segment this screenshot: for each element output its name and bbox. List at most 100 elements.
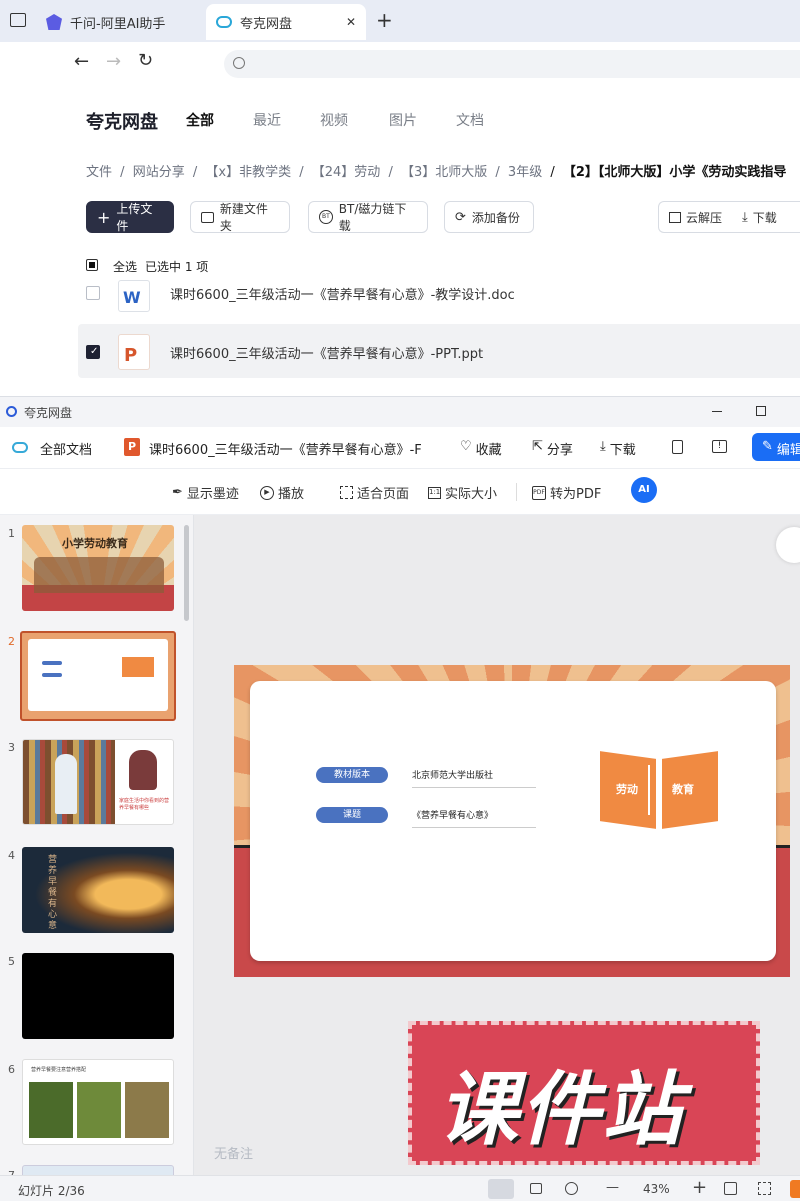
- slide-thumb-5[interactable]: [22, 953, 174, 1039]
- breadcrumb-item[interactable]: 【24】劳动: [312, 165, 381, 180]
- breadcrumb-sep: /: [495, 165, 500, 180]
- pdf-icon: PDF: [532, 485, 546, 500]
- slide-thumb-4[interactable]: 营养早餐有心意: [22, 847, 174, 933]
- file-checkbox[interactable]: [86, 286, 100, 300]
- slide-counter: 幻灯片 2/36: [18, 1184, 85, 1198]
- side-tool-icon[interactable]: [776, 527, 800, 563]
- actual-size-button[interactable]: 1:1 实际大小: [428, 483, 497, 502]
- nav-video[interactable]: 视频: [320, 110, 348, 130]
- download-icon: ⤓: [742, 209, 748, 225]
- slide-thumb-3[interactable]: 家庭生活中你看到的营养早餐有哪些: [22, 739, 174, 825]
- ai-assistant-button[interactable]: AI: [631, 477, 657, 503]
- download-button[interactable]: ⤓ 下载: [600, 439, 636, 458]
- word-file-icon: W: [118, 280, 150, 312]
- fullscreen-icon[interactable]: [758, 1182, 771, 1195]
- value-topic: 《营养早餐有心意》: [412, 808, 536, 828]
- file-row-selected[interactable]: ✓ P 课时6600_三年级活动一《营养早餐有心意》-PPT.ppt: [78, 324, 800, 378]
- viewer-header: 全部文档 P 课时6600_三年级活动一《营养早餐有心意》-F ♡ 收藏 ⇱ 分享 …: [0, 427, 800, 469]
- zoom-level: 43%: [643, 1182, 670, 1196]
- slide-thumb-1[interactable]: 小学劳动教育: [22, 525, 174, 611]
- add-backup-button[interactable]: ⟳ 添加备份: [444, 201, 534, 233]
- globe-icon[interactable]: [565, 1182, 578, 1195]
- drive-logo[interactable]: 夸克网盘: [86, 108, 158, 134]
- convert-pdf-button[interactable]: PDF 转为PDF: [532, 483, 601, 502]
- edit-button[interactable]: ✎ 编辑: [752, 433, 800, 461]
- cloud-icon: [12, 442, 28, 453]
- current-slide: 教材版本 北京师范大学出版社 课题 《营养早餐有心意》 劳动 教育: [234, 665, 790, 977]
- play-button[interactable]: ▶ 播放: [260, 483, 304, 502]
- browser-tabbar: 千问-阿里AI助手 夸克网盘 ✕ +: [0, 0, 800, 42]
- download-button[interactable]: ⤓ 下载: [742, 209, 777, 226]
- normal-view-icon[interactable]: [488, 1179, 514, 1199]
- favorite-button[interactable]: ♡ 收藏: [460, 439, 502, 458]
- share-button[interactable]: ⇱ 分享: [532, 439, 573, 458]
- unzip-button[interactable]: 云解压: [669, 209, 722, 226]
- zoom-in-icon[interactable]: +: [692, 1177, 707, 1198]
- breadcrumb-item[interactable]: 【3】北师大版: [401, 165, 487, 180]
- breadcrumb-sep: /: [120, 165, 125, 180]
- breadcrumb-item[interactable]: 3年级: [508, 165, 542, 180]
- tab-search-icon[interactable]: [10, 13, 26, 27]
- label-edition: 教材版本: [316, 767, 388, 783]
- address-bar[interactable]: [224, 50, 800, 78]
- viewer-titlebar: 夸克网盘: [0, 397, 800, 427]
- ink-icon: ✒: [172, 485, 183, 500]
- nav-doc[interactable]: 文档: [456, 110, 484, 130]
- fit-icon: [340, 486, 353, 499]
- thumb-scrollbar[interactable]: [184, 525, 189, 621]
- breadcrumb-current: 【2】【北师大版】小学《劳动实践指导: [562, 165, 787, 180]
- rice-field-photo: [77, 1082, 121, 1138]
- value-edition: 北京师范大学出版社: [412, 768, 536, 788]
- tab-qianwen[interactable]: 千问-阿里AI助手: [36, 4, 204, 40]
- back-arrow-icon[interactable]: ←: [74, 51, 89, 72]
- forward-arrow-icon[interactable]: →: [106, 51, 121, 72]
- new-folder-button[interactable]: 新建文件夹: [190, 201, 290, 233]
- window-title: 夸克网盘: [24, 406, 73, 420]
- reload-icon[interactable]: ↻: [138, 50, 153, 71]
- ppt-badge-icon: P: [124, 438, 140, 456]
- slide-sorter-icon[interactable]: [530, 1183, 542, 1194]
- farmer-photo: [125, 1082, 169, 1138]
- nav-image[interactable]: 图片: [389, 110, 417, 130]
- file-name: 课时6600_三年级活动一《营养早餐有心意》-PPT.ppt: [170, 347, 484, 362]
- plus-icon: +: [97, 207, 111, 227]
- slide-thumb-7[interactable]: [22, 1165, 174, 1175]
- new-tab-icon[interactable]: +: [376, 8, 393, 32]
- minimize-icon[interactable]: [712, 411, 722, 412]
- document-viewer-window: 夸克网盘 全部文档 P 课时6600_三年级活动一《营养早餐有心意》-F ♡ 收藏…: [0, 396, 800, 1201]
- all-docs-link[interactable]: 全部文档: [40, 439, 92, 458]
- bt-download-button[interactable]: BT BT/磁力链下载: [308, 201, 428, 233]
- orange-badge-icon[interactable]: [790, 1180, 800, 1198]
- thumb-number: 5: [8, 955, 15, 968]
- file-row[interactable]: W 课时6600_三年级活动一《营养早餐有心意》-教学设计.doc: [78, 266, 800, 320]
- fit-page-button[interactable]: 适合页面: [340, 483, 409, 502]
- tab-quark-drive[interactable]: 夸克网盘 ✕: [206, 4, 366, 40]
- nav-all[interactable]: 全部: [186, 110, 214, 130]
- zoom-out-icon[interactable]: —: [606, 1180, 619, 1195]
- file-checkbox-checked[interactable]: ✓: [86, 345, 100, 359]
- breadcrumb-sep: /: [192, 165, 198, 180]
- slide-stage: 教材版本 北京师范大学出版社 课题 《营养早餐有心意》 劳动 教育 课件站 无备…: [194, 515, 800, 1175]
- nav-recent[interactable]: 最近: [253, 110, 281, 130]
- app-logo-icon: [6, 406, 17, 417]
- book-icon: [122, 657, 154, 677]
- search-icon: [233, 57, 245, 69]
- breadcrumb: 文件 / 网站分享 / 【x】非教学类 / 【24】劳动 / 【3】北师大版 /…: [86, 161, 786, 180]
- slide-thumbnails-panel: 1 小学劳动教育 2 3 家庭生活中你看到的营养早餐有哪些 4 营养早餐有心意 …: [0, 515, 194, 1175]
- show-ink-button[interactable]: ✒ 显示墨迹: [172, 483, 239, 502]
- maximize-icon[interactable]: [756, 406, 766, 416]
- breadcrumb-item[interactable]: 【x】非教学类: [205, 165, 291, 180]
- slide-thumb-2-selected[interactable]: [20, 631, 176, 721]
- slide-thumb-6[interactable]: 营养早餐要注意营养搭配: [22, 1059, 174, 1145]
- export-icon[interactable]: [672, 440, 683, 454]
- breadcrumb-sep: /: [299, 165, 304, 180]
- breadcrumb-item[interactable]: 文件: [86, 165, 112, 180]
- upload-button[interactable]: + 上传文件: [86, 201, 174, 233]
- notes-placeholder[interactable]: 无备注: [214, 1143, 253, 1162]
- breadcrumb-item[interactable]: 网站分享: [133, 165, 185, 180]
- tab-close-icon[interactable]: ✕: [346, 15, 356, 29]
- feedback-icon[interactable]: !: [712, 440, 727, 453]
- thumb-title: 小学劳动教育: [62, 537, 128, 550]
- fit-screen-icon[interactable]: [724, 1182, 737, 1195]
- thumb-number: 1: [8, 527, 15, 540]
